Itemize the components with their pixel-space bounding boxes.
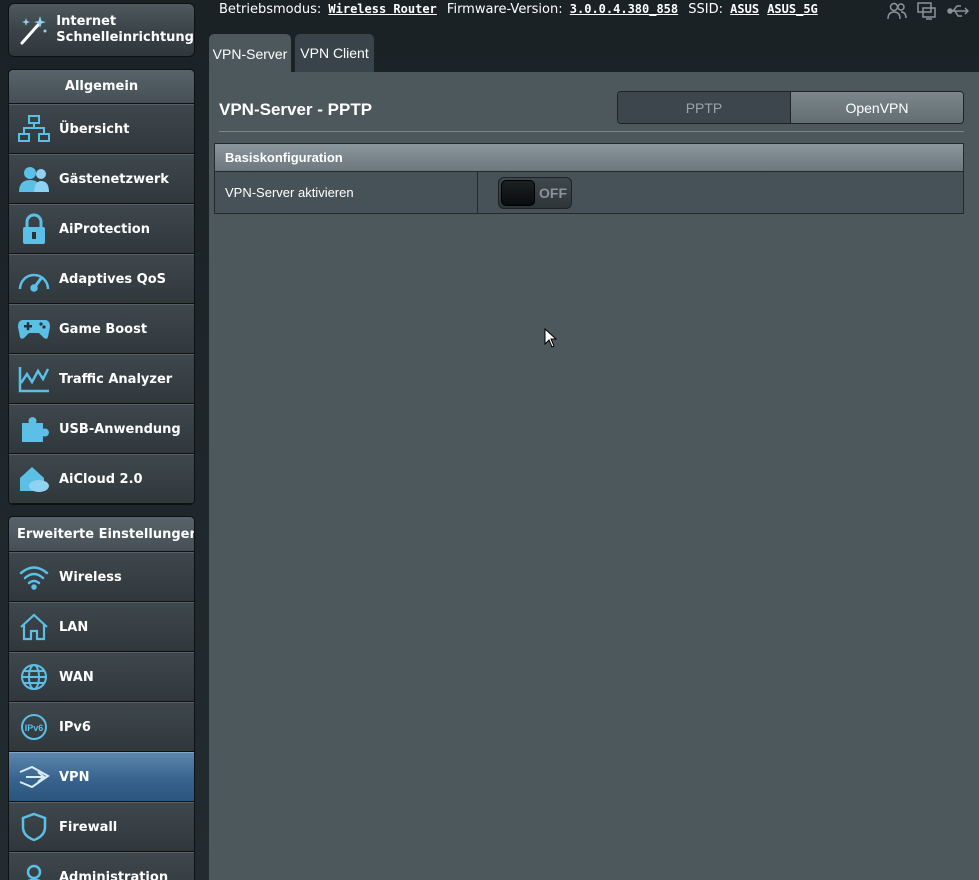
- sidebar-item-label: Administration: [59, 869, 169, 880]
- sidebar-item-label: AiProtection: [59, 221, 150, 237]
- magic-wand-icon: [9, 13, 56, 47]
- firmware-link[interactable]: 3.0.0.4.380_858: [570, 2, 678, 16]
- sidebar-item-label: Übersicht: [59, 121, 130, 137]
- ssid-link-1[interactable]: ASUS: [730, 2, 759, 16]
- vpn-icon: [9, 764, 59, 790]
- status-icons: [887, 2, 970, 24]
- devices-icon[interactable]: [917, 2, 937, 24]
- sidebar-item-usb-application[interactable]: USB-Anwendung: [9, 404, 194, 454]
- tab-vpn-client[interactable]: VPN Client: [295, 34, 374, 72]
- quick-setup-label-2: Schnelleinrichtung: [56, 30, 194, 45]
- sidebar-item-overview[interactable]: Übersicht: [9, 104, 194, 154]
- toggle-knob: [501, 179, 535, 206]
- sidebar-item-aicloud[interactable]: AiCloud 2.0: [9, 454, 194, 504]
- segment-pptp[interactable]: PPTP: [618, 92, 791, 123]
- title-divider: [219, 131, 964, 132]
- status-bar: Betriebsmodus: Wireless Router Firmware-…: [219, 2, 818, 20]
- segment-openvpn[interactable]: OpenVPN: [791, 92, 963, 123]
- sidebar-item-label: LAN: [59, 619, 89, 635]
- sidebar-advanced-title: Erweiterte Einstellungen: [9, 517, 194, 552]
- sidebar-general-title: Allgemein: [9, 70, 194, 104]
- operation-mode-link[interactable]: Wireless Router: [328, 2, 436, 16]
- main-panel: VPN-Server - PPTP PPTP OpenVPN Basiskonf…: [209, 72, 979, 880]
- sidebar-general: Allgemein Übersicht Gästenetzwerk AiProt…: [8, 69, 195, 505]
- sidebar-item-label: VPN: [59, 769, 90, 785]
- config-table: Basiskonfiguration VPN-Server aktivieren…: [214, 143, 964, 214]
- shield-icon: [9, 812, 59, 842]
- users-icon[interactable]: [887, 2, 907, 24]
- sidebar-item-aiprotection[interactable]: AiProtection: [9, 204, 194, 254]
- sidebar-item-label: Gästenetzwerk: [59, 171, 169, 187]
- sidebar-item-label: USB-Anwendung: [59, 421, 181, 437]
- sidebar-item-wireless[interactable]: Wireless: [9, 552, 194, 602]
- lock-icon: [9, 213, 59, 245]
- svg-text:IPv6: IPv6: [25, 723, 44, 733]
- row-label: VPN-Server aktivieren: [215, 172, 478, 213]
- sidebar-item-wan[interactable]: WAN: [9, 652, 194, 702]
- sidebar-item-ipv6[interactable]: IPv6 IPv6: [9, 702, 194, 752]
- sidebar-item-label: Game Boost: [59, 321, 148, 337]
- quick-setup-label-1: Internet: [56, 14, 117, 29]
- sidebar-item-label: AiCloud 2.0: [59, 471, 143, 487]
- usb-icon[interactable]: [947, 2, 970, 24]
- quick-setup-button[interactable]: Internet Schnelleinrichtung: [8, 3, 195, 57]
- protocol-switch: PPTP OpenVPN: [617, 91, 964, 124]
- gauge-icon: [9, 266, 59, 292]
- tab-vpn-server[interactable]: VPN-Server: [209, 34, 291, 73]
- sidebar-item-qos[interactable]: Adaptives QoS: [9, 254, 194, 304]
- mode-label: Betriebsmodus:: [219, 2, 322, 17]
- sidebar-advanced: Erweiterte Einstellungen Wireless LAN WA…: [8, 516, 195, 880]
- sidebar-item-label: WAN: [59, 669, 94, 685]
- sidebar-item-label: Traffic Analyzer: [59, 371, 173, 387]
- ssid-link-2[interactable]: ASUS_5G: [767, 2, 818, 16]
- network-map-icon: [9, 115, 59, 143]
- sidebar-item-vpn[interactable]: VPN: [9, 752, 194, 802]
- sidebar-item-label: Wireless: [59, 569, 122, 585]
- sidebar-item-traffic-analyzer[interactable]: Traffic Analyzer: [9, 354, 194, 404]
- sidebar-item-label: Adaptives QoS: [59, 271, 167, 287]
- sidebar-item-firewall[interactable]: Firewall: [9, 802, 194, 852]
- home-icon: [9, 613, 59, 641]
- gamepad-icon: [9, 317, 59, 341]
- table-row: VPN-Server aktivieren OFF: [215, 172, 963, 213]
- toggle-state: OFF: [539, 184, 567, 201]
- cloud-home-icon: [9, 464, 59, 494]
- firmware-label: Firmware-Version:: [446, 2, 563, 17]
- ipv6-icon: IPv6: [9, 713, 59, 741]
- sidebar-item-lan[interactable]: LAN: [9, 602, 194, 652]
- sidebar-item-administration[interactable]: Administration: [9, 852, 194, 880]
- sidebar-item-guest-network[interactable]: Gästenetzwerk: [9, 154, 194, 204]
- sidebar-item-label: Firewall: [59, 819, 118, 835]
- globe-icon: [9, 663, 59, 691]
- wifi-icon: [9, 564, 59, 590]
- vpn-server-toggle[interactable]: OFF: [498, 176, 572, 209]
- sidebar-item-game-boost[interactable]: Game Boost: [9, 304, 194, 354]
- page-title: VPN-Server - PPTP: [219, 100, 373, 119]
- sidebar-item-label: IPv6: [59, 719, 91, 735]
- guests-icon: [9, 165, 59, 193]
- admin-icon: [9, 863, 59, 880]
- ssid-label: SSID:: [688, 2, 724, 17]
- mouse-pointer-icon: [544, 327, 558, 352]
- puzzle-icon: [9, 414, 59, 444]
- section-header: Basiskonfiguration: [215, 144, 963, 172]
- chart-icon: [9, 365, 59, 393]
